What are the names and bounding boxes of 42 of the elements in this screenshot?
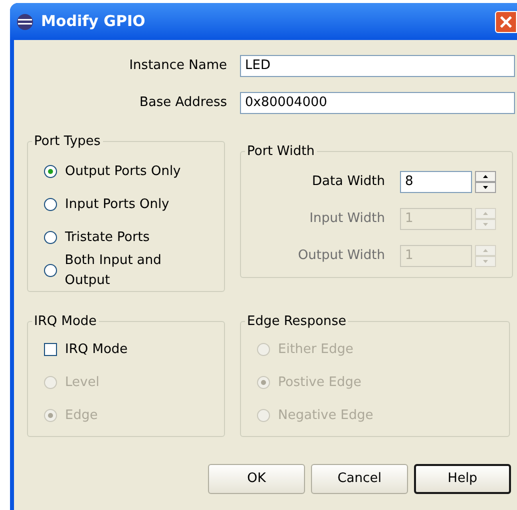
field-label: Instance Name — [128, 57, 227, 76]
app-icon — [16, 12, 34, 30]
field-label: Base Address — [138, 94, 227, 112]
field-label: Input Width — [308, 210, 386, 228]
dialog-button[interactable]: Help — [414, 464, 511, 494]
radio-label: Input Ports Only — [65, 196, 170, 214]
down-caret-icon — [483, 222, 488, 226]
field-label: Output Width — [296, 246, 386, 265]
group-title: Edge Response — [246, 313, 348, 331]
dialog-button[interactable]: OK — [208, 464, 305, 494]
radio-label: Edge — [65, 406, 98, 425]
up-caret-icon — [483, 248, 488, 252]
spin-field[interactable]: 8 — [400, 170, 472, 192]
radio-button[interactable] — [44, 264, 57, 277]
group-title: Port Width — [246, 143, 316, 161]
checkbox[interactable] — [44, 343, 57, 356]
up-caret-icon — [483, 174, 488, 178]
text-field[interactable]: 0x80004000 — [240, 92, 515, 114]
close-icon — [500, 16, 512, 28]
radio-button[interactable] — [44, 198, 57, 211]
radio-label: Output Ports Only — [65, 162, 181, 181]
radio-label: Tristate Ports — [65, 228, 150, 247]
radio-label: Either Edge — [278, 340, 354, 359]
radio-button[interactable] — [44, 165, 57, 178]
close-button[interactable] — [495, 10, 517, 32]
radio-label: Postive Edge — [278, 374, 362, 392]
spin-up-button[interactable] — [475, 170, 496, 182]
checkbox-label: IRQ Mode — [65, 340, 128, 359]
down-caret-icon — [483, 260, 488, 262]
window-title: Modify GPIO — [41, 11, 146, 32]
radio-label: Negative Edge — [278, 406, 374, 425]
field-label: Data Width — [311, 172, 386, 191]
down-caret-icon — [483, 186, 488, 188]
radio-label: Both Input and Output — [64, 252, 162, 290]
radio-button[interactable] — [44, 231, 57, 244]
text-field[interactable]: LED — [240, 55, 515, 77]
group-title: IRQ Mode — [33, 313, 98, 331]
spin-down-button[interactable] — [475, 182, 496, 192]
dialog-button[interactable]: Cancel — [311, 464, 408, 494]
group-title: Port Types — [33, 133, 102, 151]
radio-label: Level — [65, 374, 100, 392]
up-caret-icon — [483, 212, 488, 214]
